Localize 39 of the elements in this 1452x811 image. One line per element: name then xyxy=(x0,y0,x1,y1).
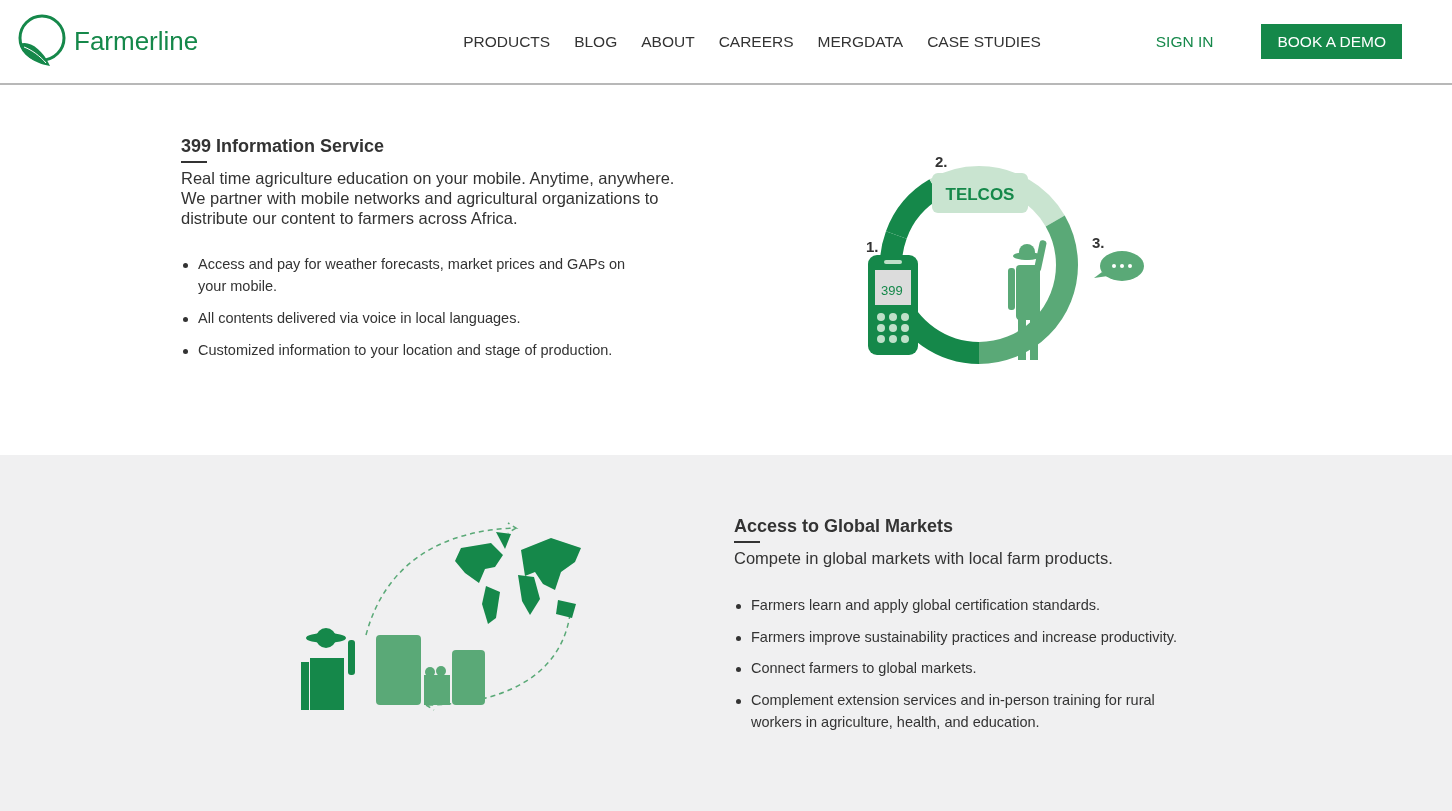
farmer-figure-icon xyxy=(1008,239,1048,360)
sign-in-link[interactable]: SIGN IN xyxy=(1155,29,1214,54)
bullet-icon xyxy=(183,316,188,322)
bullet-icon xyxy=(736,667,741,673)
step-label: 1. xyxy=(866,238,879,255)
step-label: 3. xyxy=(1092,234,1105,251)
telcos-label: TELCOS xyxy=(945,185,1015,204)
nav-link[interactable]: CAREERS xyxy=(718,29,794,54)
section-lead: Real time agriculture education on your mobile. Anytime, anywhere. We partner with mobile networks and agricultural organizations to distribute our content to farmers across Africa. xyxy=(181,169,676,229)
short-code-label: 399 xyxy=(881,283,903,298)
bullet-icon xyxy=(183,348,188,354)
section-lead: Compete in global markets with local farm products. xyxy=(734,549,1114,569)
world-map-icon xyxy=(455,532,581,624)
nav-link[interactable]: BLOG xyxy=(574,29,618,54)
logo-text[interactable]: Farmerline xyxy=(74,22,199,61)
nav-link[interactable]: MERGDATA xyxy=(817,29,904,54)
section-title: 399 Information Service xyxy=(181,136,385,158)
nav-link[interactable]: CASE STUDIES xyxy=(927,29,1041,54)
step-label: 2. xyxy=(935,153,948,170)
speech-bubble-icon xyxy=(1094,251,1144,281)
nav-link[interactable]: ABOUT xyxy=(641,29,695,54)
bullet-icon xyxy=(736,635,741,641)
bullet-icon xyxy=(183,263,188,269)
bullet-icon xyxy=(736,699,741,705)
bullet-text: All contents delivered via voice in local languages. xyxy=(198,308,521,328)
title-underline xyxy=(181,161,207,163)
nav-link[interactable]: PRODUCTS xyxy=(463,29,551,54)
bullet-icon xyxy=(736,603,741,609)
section-title: Access to Global Markets xyxy=(734,516,954,538)
bullet-text: Customized information to your location and stage of production. xyxy=(198,340,613,360)
bullet-text: Connect farmers to global markets. xyxy=(751,659,977,679)
bullet-text: Access and pay for weather forecasts, market prices and GAPs on your mobile. xyxy=(198,255,627,297)
bullet-text: Farmers improve sustainability practices and increase productivity. xyxy=(751,627,1178,647)
title-underline xyxy=(734,541,760,543)
book-demo-button[interactable]: BOOK A DEMO xyxy=(1261,23,1402,60)
farmer-figure-icon xyxy=(301,628,355,710)
bullet-text: Complement extension services and in-person training for rural workers in agriculture, health, and education. xyxy=(751,691,1156,732)
mobile-phone-icon xyxy=(868,255,918,355)
bullet-text: Farmers learn and apply global certification standards. xyxy=(751,595,1100,615)
